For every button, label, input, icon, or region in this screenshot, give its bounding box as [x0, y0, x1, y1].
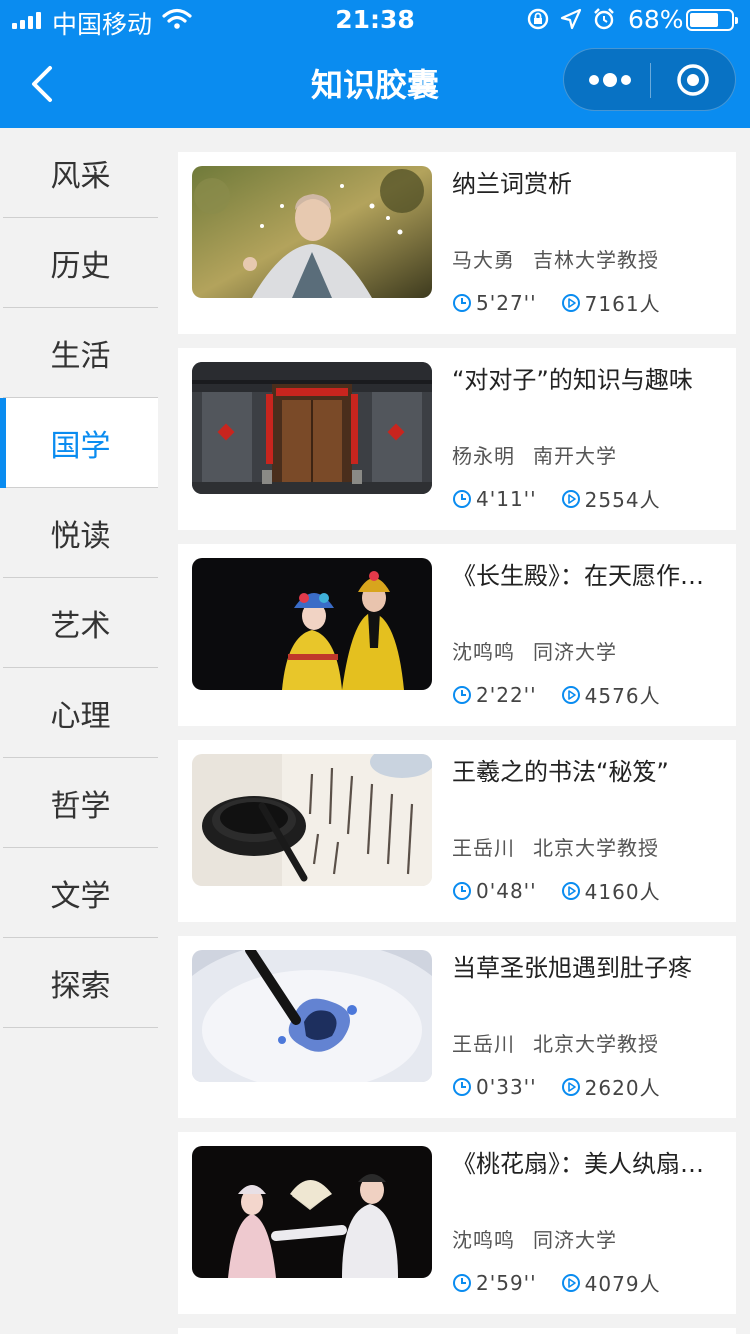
clock-icon — [453, 293, 471, 312]
location-icon — [560, 8, 582, 30]
video-thumbnail[interactable] — [192, 362, 432, 494]
item-title: 王羲之的书法“秘笈” — [452, 758, 669, 786]
item-duration: 2'59'' — [476, 1270, 537, 1295]
item-meta: 2'59'' 4079人 — [452, 1268, 661, 1297]
battery-icon — [686, 9, 738, 31]
item-author: 沈鸣鸣 同济大学 — [452, 1228, 617, 1252]
item-title: 《桃花扇》：美人纨扇… — [452, 1150, 704, 1178]
item-duration: 0'48'' — [476, 878, 537, 903]
sidebar-item[interactable]: 心理 — [3, 668, 158, 758]
item-meta: 5'27'' 7161人 — [452, 288, 661, 317]
sidebar-item[interactable]: 哲学 — [3, 758, 158, 848]
category-sidebar: 风采 历史 生活 国学 悦读 艺术 心理 哲学 文学 探索 — [0, 128, 158, 1334]
item-author: 沈鸣鸣 同济大学 — [452, 640, 617, 664]
status-bar: 中国移动 21:38 68% — [0, 0, 750, 40]
alarm-icon — [594, 8, 614, 30]
item-duration: 5'27'' — [476, 290, 537, 315]
play-count-icon — [561, 685, 580, 704]
clock-icon — [453, 881, 471, 900]
capsule-list: 纳兰词赏析 马大勇 吉林大学教授 5'27'' 7161人 “对对子”的知识与趣… — [158, 128, 750, 1334]
clock-icon — [453, 1077, 471, 1096]
opera-performers-image — [192, 558, 432, 690]
item-title: 《长生殿》：在天愿作… — [452, 562, 704, 590]
sidebar-item[interactable]: 悦读 — [3, 488, 158, 578]
play-count-icon — [561, 489, 580, 508]
item-views: 2554人 — [584, 488, 661, 512]
list-item-partial — [178, 1328, 736, 1334]
item-meta: 2'22'' 4576人 — [452, 680, 661, 709]
list-item[interactable]: 当草圣张旭遇到肚子疼 王岳川 北京大学教授 0'33'' 2620人 — [178, 936, 736, 1118]
sidebar-item-active[interactable]: 国学 — [0, 398, 158, 488]
list-item[interactable]: “对对子”的知识与趣味 杨永明 南开大学 4'11'' 2554人 — [178, 348, 736, 530]
item-meta: 0'48'' 4160人 — [452, 876, 661, 905]
item-duration: 0'33'' — [476, 1074, 537, 1099]
list-item[interactable]: 《长生殿》：在天愿作… 沈鸣鸣 同济大学 2'22'' 4576人 — [178, 544, 736, 726]
sidebar-item[interactable]: 探索 — [3, 938, 158, 1028]
battery-percent: 68% — [628, 5, 684, 34]
sidebar-item[interactable]: 风采 — [3, 128, 158, 218]
play-count-icon — [561, 1273, 580, 1292]
video-thumbnail[interactable] — [192, 754, 432, 886]
item-views: 4079人 — [584, 1272, 661, 1296]
sidebar-item[interactable]: 艺术 — [3, 578, 158, 668]
sidebar-item[interactable]: 历史 — [3, 218, 158, 308]
mini-program-capsule — [563, 48, 736, 111]
item-meta: 4'11'' 2554人 — [452, 484, 661, 513]
inkstone-calligraphy-image — [192, 754, 432, 886]
clock-icon — [453, 685, 471, 704]
play-count-icon — [561, 1077, 580, 1096]
item-author: 马大勇 吉林大学教授 — [452, 248, 659, 272]
clock-icon — [453, 489, 471, 508]
more-icon[interactable] — [586, 71, 634, 89]
video-thumbnail[interactable] — [192, 950, 432, 1082]
item-author: 王岳川 北京大学教授 — [452, 1032, 659, 1056]
list-item[interactable]: 《桃花扇》：美人纨扇… 沈鸣鸣 同济大学 2'59'' 4079人 — [178, 1132, 736, 1314]
ink-brush-bowl-image — [192, 950, 432, 1082]
play-count-icon — [561, 293, 580, 312]
item-views: 2620人 — [584, 1076, 661, 1100]
item-author: 王岳川 北京大学教授 — [452, 836, 659, 860]
item-views: 4576人 — [584, 684, 661, 708]
video-thumbnail[interactable] — [192, 558, 432, 690]
item-author: 杨永明 南开大学 — [452, 444, 617, 468]
item-views: 7161人 — [584, 292, 661, 316]
top-bar: 中国移动 21:38 68% 知识胶囊 — [0, 0, 750, 128]
navigation-bar: 知识胶囊 — [0, 40, 750, 128]
sidebar-item[interactable]: 生活 — [3, 308, 158, 398]
item-title: “对对子”的知识与趣味 — [452, 366, 693, 394]
close-target-icon[interactable] — [676, 63, 710, 97]
item-views: 4160人 — [584, 880, 661, 904]
item-meta: 0'33'' 2620人 — [452, 1072, 661, 1101]
opera-fan-duet-image — [192, 1146, 432, 1278]
video-thumbnail[interactable] — [192, 1146, 432, 1278]
red-couplet-gate-image — [192, 362, 432, 494]
sidebar-item[interactable]: 文学 — [3, 848, 158, 938]
capsule-divider — [650, 63, 651, 98]
item-duration: 4'11'' — [476, 486, 537, 511]
item-title: 当草圣张旭遇到肚子疼 — [452, 954, 692, 982]
rotation-lock-icon — [527, 8, 549, 30]
clock-icon — [453, 1273, 471, 1292]
video-thumbnail[interactable] — [192, 166, 432, 298]
item-duration: 2'22'' — [476, 682, 537, 707]
item-title: 纳兰词赏析 — [452, 170, 572, 198]
play-count-icon — [561, 881, 580, 900]
man-in-qing-robe-image — [192, 166, 432, 298]
list-item[interactable]: 王羲之的书法“秘笈” 王岳川 北京大学教授 0'48'' 4160人 — [178, 740, 736, 922]
list-item[interactable]: 纳兰词赏析 马大勇 吉林大学教授 5'27'' 7161人 — [178, 152, 736, 334]
